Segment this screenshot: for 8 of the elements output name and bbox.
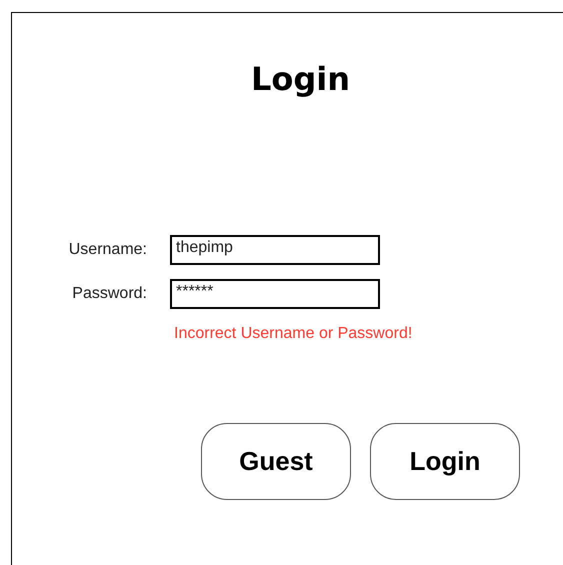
error-message: Incorrect Username or Password! xyxy=(174,325,412,342)
input-field[interactable]: thepimp xyxy=(170,235,380,265)
field-label: Username: xyxy=(68,240,148,260)
action-button[interactable]: Guest xyxy=(201,423,351,500)
input-field[interactable]: ****** xyxy=(170,279,380,309)
field-label: Password: xyxy=(71,284,148,304)
page-title: Login xyxy=(250,59,350,99)
action-button[interactable]: Login xyxy=(370,423,520,500)
